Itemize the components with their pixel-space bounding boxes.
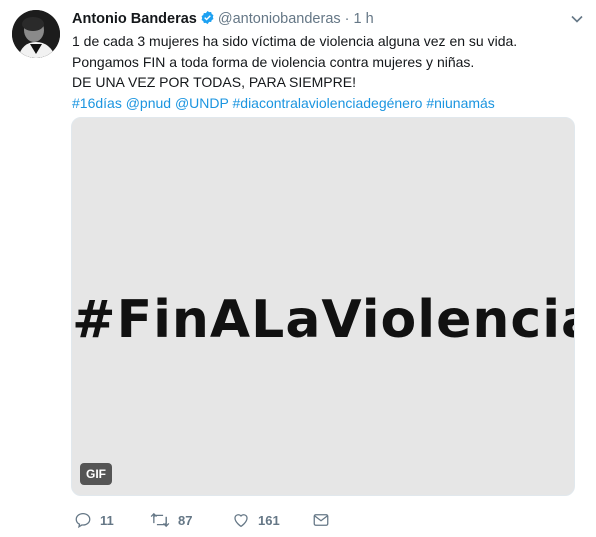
reply-icon <box>74 511 92 529</box>
retweet-icon <box>150 511 170 529</box>
like-icon <box>232 511 250 529</box>
hashtag-link[interactable]: #16días <box>72 95 122 111</box>
hashtag-link[interactable]: #niunamás <box>426 95 495 111</box>
reply-button[interactable]: 11 <box>74 509 114 531</box>
avatar[interactable] <box>12 10 60 58</box>
tweet-line: DE UNA VEZ POR TODAS, PARA SIEMPRE! <box>72 74 356 90</box>
gif-media[interactable]: #FinALaViolencia GIF <box>71 117 575 496</box>
direct-message-button[interactable] <box>312 509 330 531</box>
verified-badge-icon <box>200 10 215 30</box>
tweet-text: 1 de cada 3 mujeres ha sido víctima de v… <box>72 31 572 113</box>
hashtag-link[interactable]: #diacontralaviolenciadegénero <box>233 95 423 111</box>
tweet-header: Antonio Banderas @antoniobanderas · 1 h <box>72 10 556 28</box>
reply-count: 11 <box>100 512 114 528</box>
tweet-line: Pongamos FIN a toda forma de violencia c… <box>72 53 475 70</box>
header-separator: · <box>344 11 350 27</box>
retweet-count: 87 <box>178 512 193 528</box>
retweet-button[interactable]: 87 <box>150 509 192 531</box>
tweet-line: 1 de cada 3 mujeres ha sido víctima de v… <box>72 33 518 49</box>
mention-link[interactable]: @UNDP <box>175 95 229 111</box>
mention-link[interactable]: @pnud <box>126 95 171 111</box>
hashtag-line: #16días @pnud @UNDP #diacontralaviolenci… <box>72 93 572 114</box>
gif-badge: GIF <box>80 463 112 485</box>
tweet-timestamp[interactable]: 1 h <box>353 11 373 27</box>
author-name[interactable]: Antonio Banderas <box>72 11 197 27</box>
chevron-down-icon[interactable] <box>570 12 584 26</box>
like-count: 161 <box>258 512 280 528</box>
direct-message-icon <box>312 511 330 529</box>
tweet[interactable]: Antonio Banderas @antoniobanderas · 1 h 1 d… <box>0 0 596 537</box>
like-button[interactable]: 161 <box>232 509 280 531</box>
media-text: #FinALaViolencia <box>72 290 575 350</box>
author-handle[interactable]: @antoniobanderas <box>218 11 341 27</box>
